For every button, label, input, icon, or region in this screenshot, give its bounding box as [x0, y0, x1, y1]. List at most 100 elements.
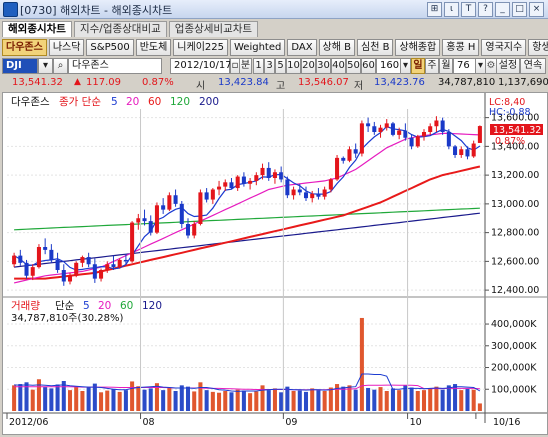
minute-50[interactable]: 50 — [346, 58, 361, 74]
volume-bar — [241, 390, 246, 411]
candle-body — [421, 132, 427, 137]
minute-3[interactable]: 3 — [264, 58, 275, 74]
minute-40[interactable]: 40 — [331, 58, 346, 74]
date-input[interactable]: 2012/10/17 — [170, 58, 232, 74]
help-icon[interactable]: ? — [478, 2, 493, 17]
candle-body — [310, 193, 315, 199]
change-value: 117.09 — [86, 77, 121, 88]
volume-bar — [36, 379, 41, 411]
symbol-name-field: 다우존스 — [68, 58, 162, 74]
low-label: 저 — [354, 81, 364, 92]
volume-bar — [105, 390, 110, 411]
volume-bar — [372, 389, 377, 411]
volume-bar — [12, 385, 17, 411]
chart-area[interactable]: 12,400.00 12,600.00 12,800.00 13,000.00 13,2… — [2, 92, 548, 435]
layout-icon[interactable]: ⊞ — [427, 2, 442, 17]
minute-1[interactable]: 1 — [253, 58, 264, 74]
price-ma-legend-item: 60 — [148, 96, 161, 108]
candle-body — [378, 127, 383, 132]
change-percent: 0.87% — [142, 77, 174, 88]
count-dropdown-icon[interactable]: ▾ — [400, 58, 411, 74]
price-ma-legend-item: 20 — [126, 96, 139, 108]
candle-body — [86, 257, 91, 265]
interval-daily-button[interactable]: 일 — [411, 58, 425, 74]
minimize-icon[interactable]: _ — [495, 2, 510, 17]
link-icon[interactable]: ι — [444, 2, 459, 17]
candle-body — [471, 143, 476, 157]
candle-body — [440, 120, 445, 132]
market-button-ftse[interactable]: 영국지수 — [481, 39, 527, 56]
dropdown-arrow-icon[interactable]: ▾ — [38, 58, 53, 74]
volume-bar — [440, 389, 445, 411]
minute-30[interactable]: 30 — [316, 58, 331, 74]
candle-body — [303, 192, 309, 199]
market-button-shanghai-b[interactable]: 상해 B — [318, 39, 355, 56]
volume-bar — [254, 391, 259, 411]
high-price: 13,546.07 — [298, 77, 349, 88]
market-button-dax[interactable]: DAX — [287, 39, 317, 56]
candle-body — [111, 264, 116, 268]
candle-body — [148, 221, 153, 233]
market-button-nasdaq[interactable]: 나스닥 — [48, 39, 85, 56]
candle-body — [397, 130, 402, 135]
volume-info: 34,787,810주(30.28%) — [11, 313, 123, 324]
tab-sector-compare[interactable]: 업종상세비교차트 — [168, 21, 259, 37]
candle-body — [154, 205, 159, 233]
minute-20[interactable]: 20 — [301, 58, 316, 74]
price-panel-name: 다우존스 — [11, 96, 50, 108]
candle-body — [12, 255, 17, 265]
period-unit-minute[interactable]: 분 — [239, 58, 252, 74]
market-button-semiconductor[interactable]: 반도체 — [135, 39, 172, 56]
tab-index-compare[interactable]: 지수/업종상대비교 — [73, 21, 167, 37]
market-button-sp500[interactable]: S&P500 — [86, 39, 134, 56]
candle-body — [372, 126, 377, 132]
close-icon[interactable]: × — [529, 2, 544, 17]
candle-body — [43, 247, 48, 250]
volume-bar — [328, 387, 333, 411]
span-input[interactable]: 76 — [453, 58, 477, 74]
high-label: 고 — [276, 81, 286, 92]
text-icon[interactable]: T — [461, 2, 476, 17]
volume-bar — [185, 386, 191, 411]
count-input[interactable]: 160 — [376, 58, 402, 74]
candle-body — [123, 259, 128, 262]
minute-60[interactable]: 60 — [361, 58, 376, 74]
tab-overseas-chart[interactable]: 해외종시차트 — [2, 21, 72, 37]
volume-bar — [148, 388, 153, 411]
market-button-weighted[interactable]: Weighted — [229, 39, 286, 56]
interval-weekly-button[interactable]: 주 — [425, 58, 439, 74]
volume-bar — [30, 389, 35, 411]
market-button-hangseng[interactable]: 항생지수 — [528, 39, 548, 56]
search-icon[interactable]: ⌕ — [53, 58, 68, 74]
volume-bar — [266, 390, 271, 411]
volume-bar — [341, 386, 346, 411]
candle-body — [347, 149, 352, 161]
candle-body — [285, 179, 290, 196]
volume-bar — [99, 392, 104, 411]
candle-body — [74, 262, 79, 276]
interval-monthly-button[interactable]: 월 — [439, 58, 453, 74]
candle-body — [241, 176, 246, 184]
continuous-button[interactable]: 연속 — [520, 58, 546, 74]
volume-bar — [92, 383, 97, 411]
market-button-shanghai-composite[interactable]: 상해종합 — [395, 39, 441, 56]
prev-volume-value: 1,137,690 — [498, 77, 548, 88]
open-label: 시 — [196, 81, 206, 92]
candle-body — [434, 120, 439, 127]
market-button-shenzhen-b[interactable]: 심천 B — [357, 39, 394, 56]
candle-body — [99, 270, 104, 279]
market-button-dow[interactable]: 다우존스 — [2, 39, 47, 56]
candle-body — [18, 255, 23, 263]
candle-body — [217, 186, 222, 190]
symbol-code-input[interactable]: DJI — [2, 58, 38, 74]
candle-body — [459, 149, 464, 155]
minute-10[interactable]: 10 — [286, 58, 301, 74]
volume-bar — [397, 390, 402, 411]
settings-button[interactable]: 설정 — [496, 58, 520, 74]
maximize-icon[interactable]: □ — [512, 2, 527, 17]
minute-5[interactable]: 5 — [275, 58, 286, 74]
market-button-hongkong-h[interactable]: 홍콩 H — [442, 39, 480, 56]
market-button-nikkei[interactable]: 니케이225 — [173, 39, 228, 56]
volume-y-tick-label: 300,000K — [491, 341, 537, 352]
volume-bar — [223, 391, 228, 411]
